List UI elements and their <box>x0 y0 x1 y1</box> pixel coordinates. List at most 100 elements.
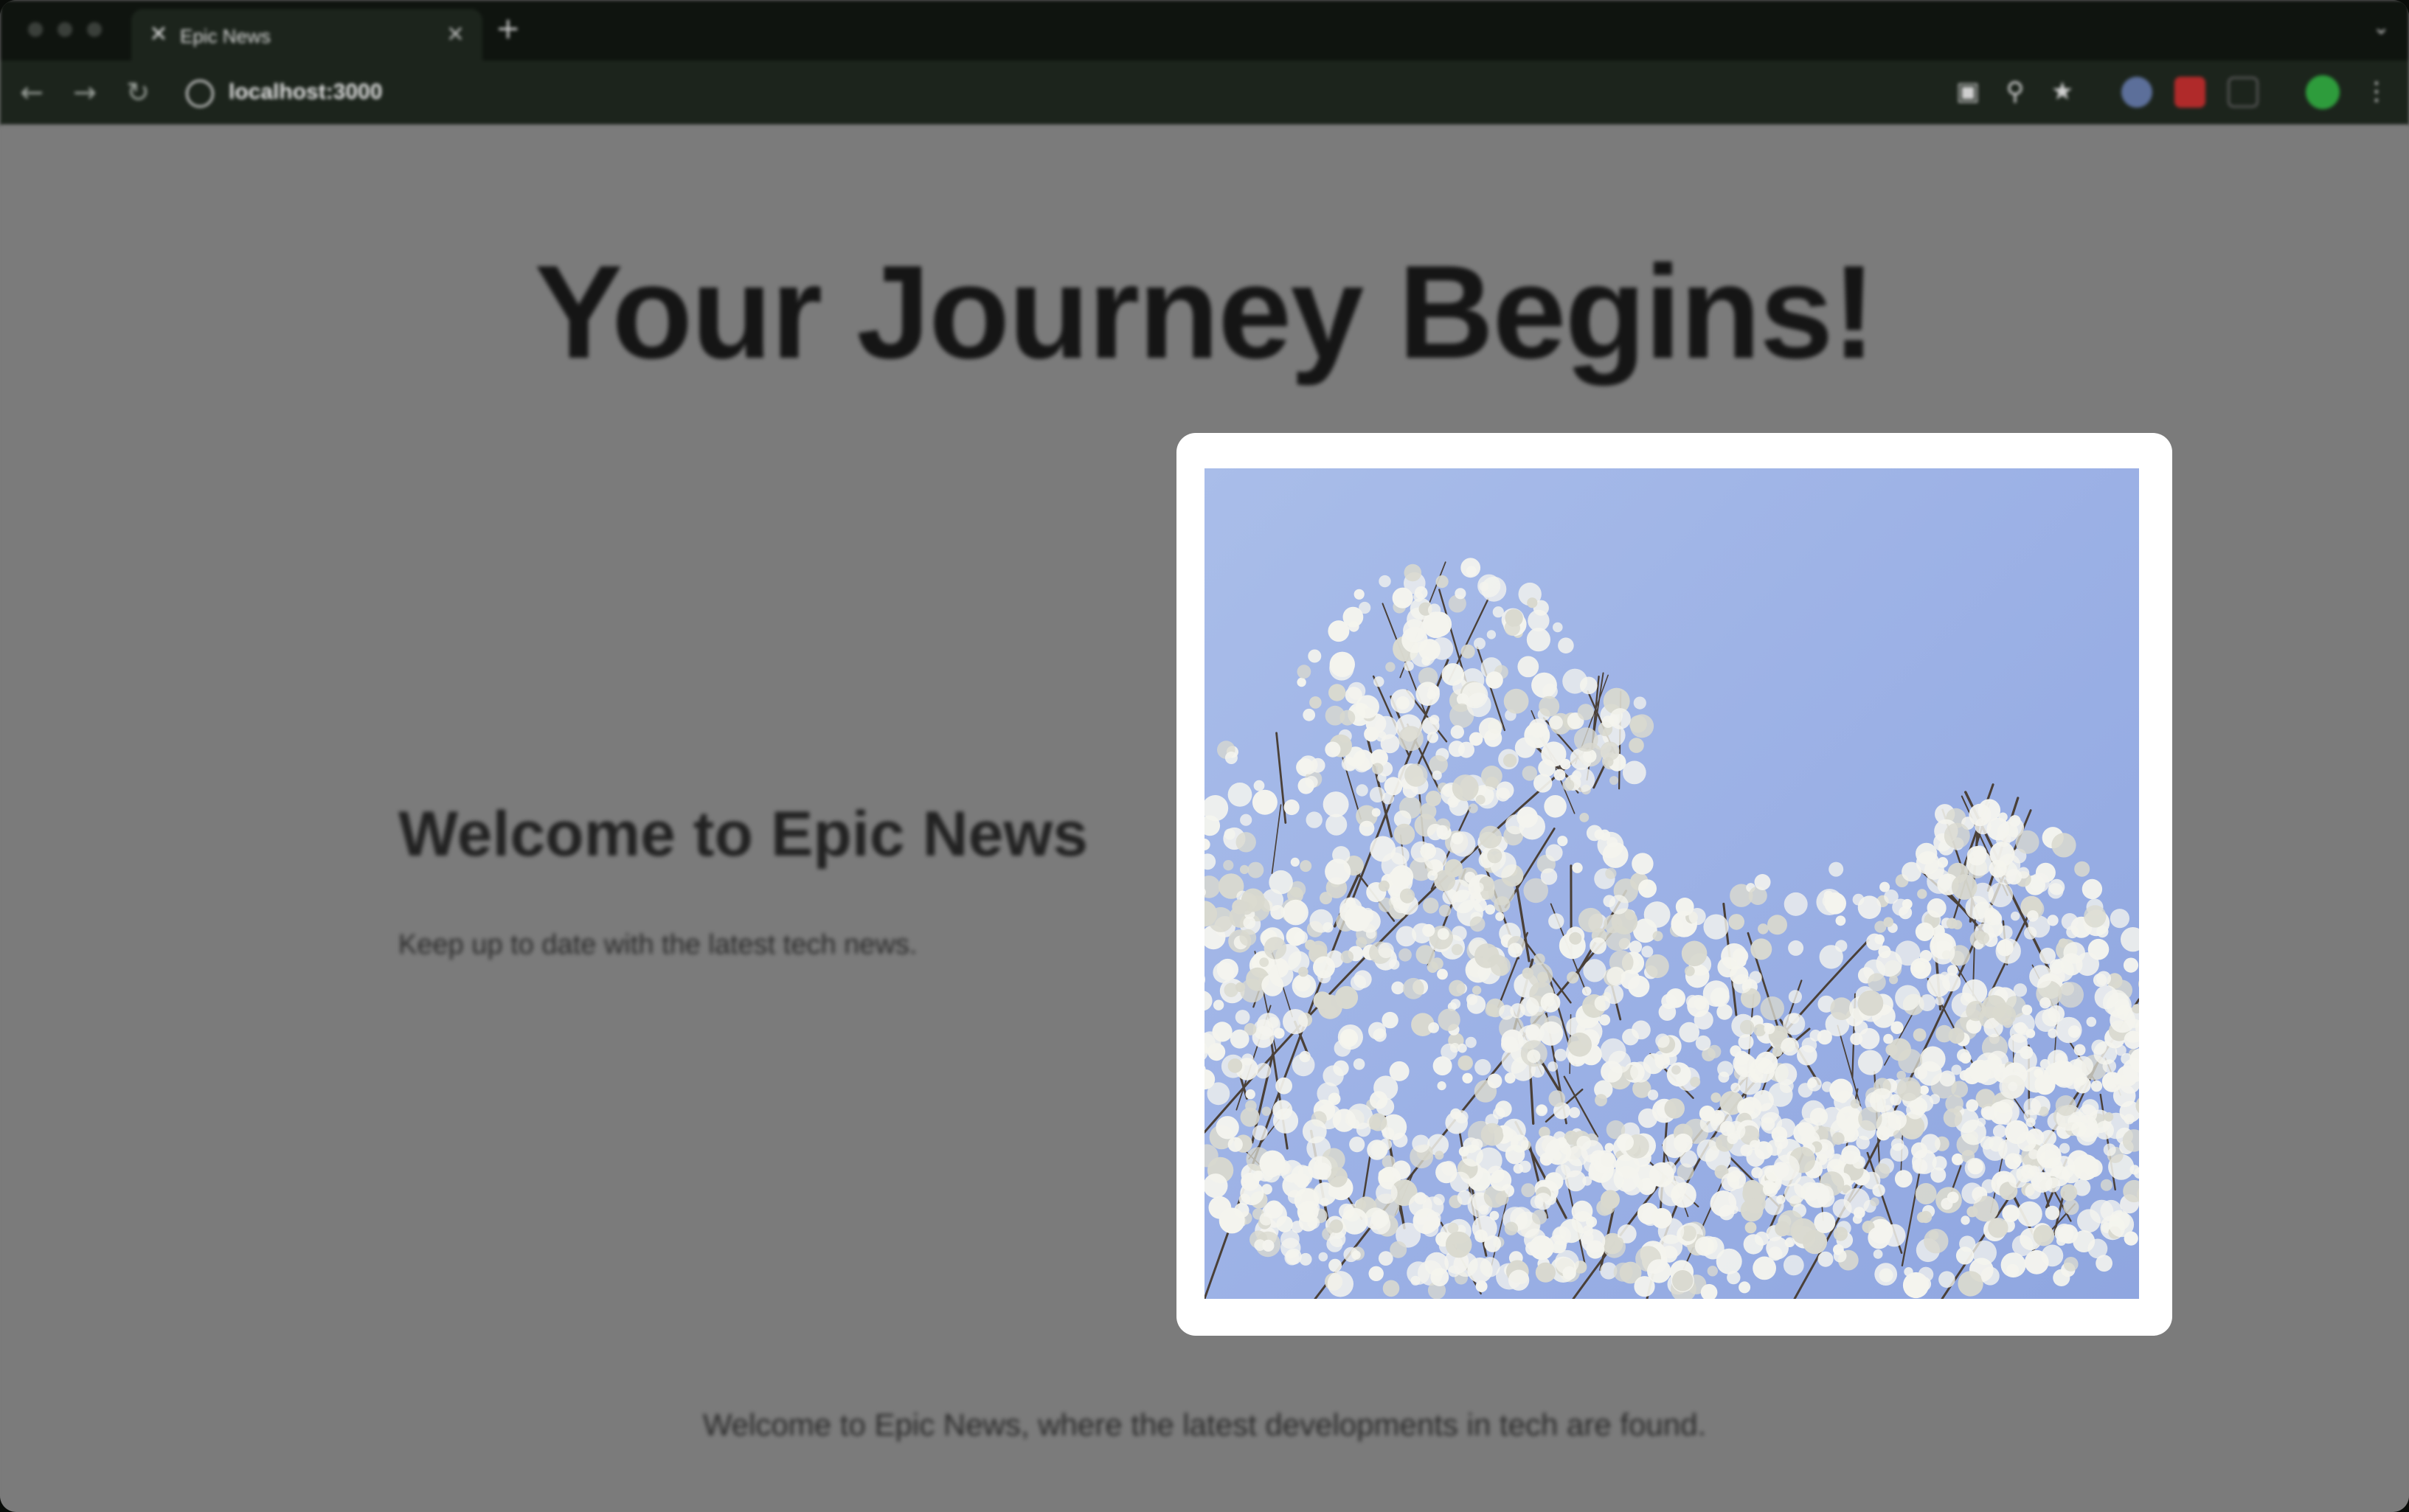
blossom <box>1781 1037 1800 1056</box>
new-tab-icon[interactable]: + <box>496 12 521 46</box>
blossom <box>1340 950 1354 963</box>
blossom <box>1681 940 1708 967</box>
blossom <box>1451 832 1463 845</box>
blossom <box>2073 1154 2099 1181</box>
blossom <box>1227 1058 1243 1073</box>
blossom <box>2086 1016 2097 1027</box>
blossom <box>1460 644 1475 659</box>
blossom <box>2039 997 2051 1009</box>
site-info-icon[interactable] <box>186 80 214 108</box>
blossom <box>2096 971 2111 986</box>
blossom <box>1344 905 1370 932</box>
blossom <box>1449 1171 1471 1193</box>
blossom <box>1733 974 1753 993</box>
blossom <box>1254 1239 1266 1251</box>
blossom <box>1526 628 1550 652</box>
blossom <box>1788 990 1802 1004</box>
blossom <box>1718 1071 1730 1083</box>
blossom <box>1484 1235 1502 1252</box>
blossom <box>1773 1154 1800 1181</box>
blossom <box>1479 825 1502 849</box>
profile-avatar[interactable] <box>2306 75 2340 109</box>
blossom <box>1753 1256 1776 1280</box>
blossom <box>1487 1073 1502 1089</box>
blossom <box>1967 1158 1983 1175</box>
blossom <box>1445 1231 1472 1258</box>
blossom <box>1404 763 1428 787</box>
extension-icon[interactable] <box>2121 77 2152 108</box>
blossom <box>1421 717 1440 735</box>
blossom <box>1870 1197 1879 1207</box>
blossom <box>1261 1106 1272 1116</box>
blossom <box>1501 1029 1524 1052</box>
blossom <box>1306 811 1323 828</box>
adblock-icon[interactable] <box>2174 77 2205 108</box>
address-bar[interactable]: localhost:3000 <box>229 80 382 105</box>
blossom <box>1804 1182 1830 1208</box>
blossom <box>1534 1193 1552 1210</box>
blossom <box>1382 1280 1400 1297</box>
close-window-button[interactable] <box>28 22 43 37</box>
blossom <box>1309 940 1328 959</box>
blossom <box>1259 957 1269 967</box>
tab-search-chevron-icon[interactable]: ⌄ <box>2373 15 2390 39</box>
blossom <box>1632 1020 1651 1040</box>
blossom <box>2060 1184 2078 1201</box>
blossom <box>1245 1089 1255 1100</box>
bookmark-star-icon[interactable]: ★ <box>2046 75 2079 108</box>
blossom <box>2042 1008 2061 1027</box>
blossom <box>1433 1193 1445 1206</box>
blossom <box>2096 925 2109 938</box>
blossom <box>1719 1120 1736 1137</box>
blossom <box>1495 912 1505 921</box>
blossom <box>1398 948 1412 962</box>
blossom <box>1240 814 1252 826</box>
blossom <box>1784 892 1808 916</box>
blossom <box>1598 1014 1611 1026</box>
blossom <box>2030 873 2050 892</box>
blossom <box>1390 846 1410 865</box>
blossom <box>1710 1092 1722 1103</box>
cast-icon[interactable]: ▣ <box>1952 75 1984 108</box>
maximize-window-button[interactable] <box>87 22 102 37</box>
blossom <box>1992 1003 2012 1023</box>
blossom <box>1298 966 1309 977</box>
blossom <box>1831 1132 1845 1145</box>
blossom <box>1252 1125 1268 1141</box>
blossom <box>1614 1237 1624 1247</box>
zoom-icon[interactable]: ⚲ <box>1999 75 2031 108</box>
blossom <box>1472 985 1482 995</box>
image-modal[interactable] <box>1176 433 2172 1336</box>
blossom <box>1788 940 1804 956</box>
blossom <box>1878 945 1891 959</box>
blossom <box>1671 1065 1681 1075</box>
tab-epic-news[interactable]: ✕ Epic News × <box>131 9 482 60</box>
blossom <box>1989 1137 2004 1152</box>
blossom <box>1213 999 1224 1010</box>
forward-arrow-icon[interactable]: → <box>66 74 103 111</box>
more-menu-icon[interactable]: ⋮ <box>2360 75 2393 108</box>
blossom <box>1999 1073 2025 1100</box>
minimize-window-button[interactable] <box>58 22 72 37</box>
blossom <box>1833 1227 1848 1241</box>
blossom <box>1590 1159 1612 1181</box>
blossom <box>1275 1077 1292 1095</box>
blossom <box>2073 1055 2093 1077</box>
blossom <box>1895 985 1921 1011</box>
blossom <box>1577 704 1594 721</box>
blossom <box>1208 906 1233 932</box>
blossom <box>1320 1197 1329 1207</box>
blossom <box>1479 581 1489 592</box>
blossom <box>2024 926 2037 940</box>
reload-icon[interactable]: ↻ <box>119 74 156 111</box>
blossom <box>1801 1037 1817 1053</box>
puzzle-icon[interactable] <box>2228 77 2259 108</box>
tab-close-icon[interactable]: × <box>446 21 465 46</box>
blossom <box>1519 1160 1531 1173</box>
blossom <box>1804 1125 1814 1135</box>
blossom <box>1212 1022 1233 1042</box>
blossom <box>1727 1170 1747 1190</box>
blossom <box>1451 943 1463 956</box>
back-arrow-icon[interactable]: ← <box>13 74 50 111</box>
blossom <box>1435 1151 1444 1160</box>
